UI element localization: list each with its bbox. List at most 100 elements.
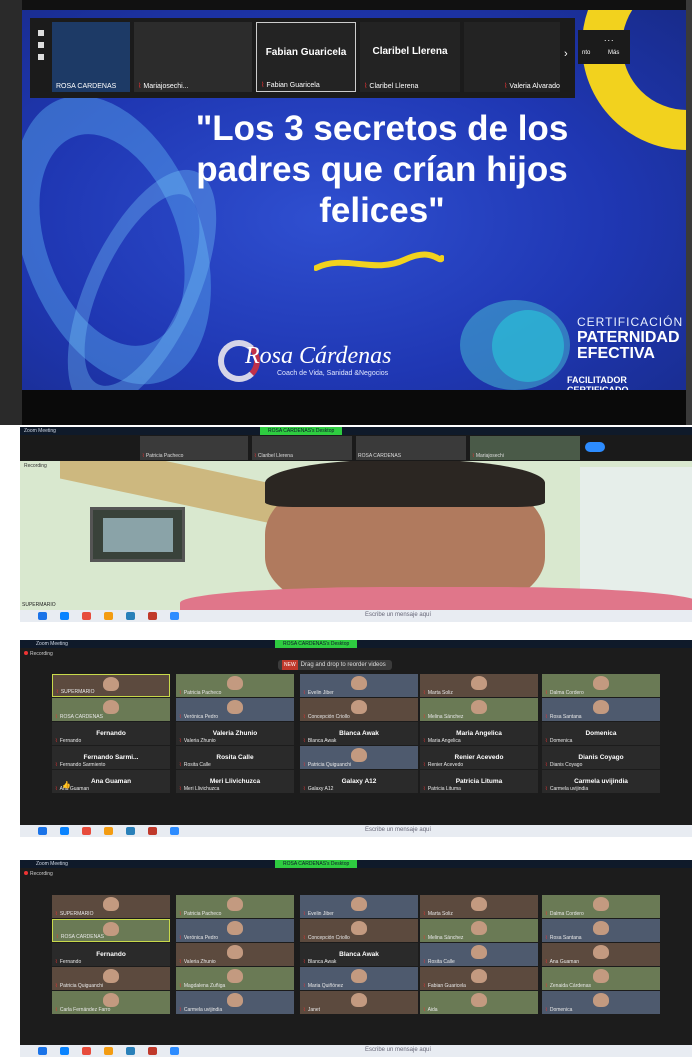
- participant-tile[interactable]: ⌇ Rosita Calle: [420, 943, 538, 966]
- powerpoint-icon[interactable]: [148, 827, 157, 835]
- participant-tile[interactable]: Rosita Calle ⌇ Rosita Calle: [176, 746, 294, 769]
- next-page-button[interactable]: [585, 442, 605, 452]
- participant-name: ⌇ Patricia Pacheco: [179, 911, 222, 917]
- certification-label: CERTIFICACIÓN: [577, 315, 684, 329]
- edge-icon[interactable]: [60, 827, 69, 835]
- participant-tile[interactable]: ⌇ Melina Sánchez: [420, 698, 538, 721]
- participant-tile[interactable]: Meri Llivichuzca ⌇ Meri Llivichuzca: [176, 770, 294, 793]
- chat-input-placeholder[interactable]: Escribe un mensaje aquí: [365, 612, 431, 618]
- participant-tile[interactable]: ⌇ Dalma Cordero: [542, 895, 660, 918]
- chrome-icon[interactable]: [82, 827, 91, 835]
- participant-tile[interactable]: ⌇ Carla Fernández Farro: [52, 991, 170, 1014]
- folder-icon[interactable]: [104, 827, 113, 835]
- chrome-icon[interactable]: [82, 612, 91, 620]
- participant-tile[interactable]: ⌇ ROSA CARDENAS: [52, 919, 170, 942]
- participant-tile[interactable]: ⌇ Valeria Alvarado: [464, 22, 560, 92]
- screen-share-banner[interactable]: ROSA CARDENAS's Desktop: [275, 640, 358, 648]
- start-icon[interactable]: [38, 1047, 47, 1055]
- participant-tile[interactable]: ⌇ Concepción Criollo: [300, 698, 418, 721]
- view-switch-icons[interactable]: [34, 24, 48, 84]
- start-icon[interactable]: [38, 612, 47, 620]
- participant-tile[interactable]: ⌇ Claribel Llerena: [252, 436, 352, 460]
- participant-tile[interactable]: Galaxy A12 ⌇ Galaxy A12: [300, 770, 418, 793]
- zoom-icon[interactable]: [170, 1047, 179, 1055]
- participant-tile[interactable]: ⌇ Patricia Pacheco: [140, 436, 248, 460]
- mic-muted-icon: ⌇: [545, 935, 548, 941]
- participant-tile[interactable]: ⌇ Patricia Pacheco: [176, 674, 294, 697]
- participant-tile[interactable]: Blanca Awak ⌇ Blanca Awak: [300, 943, 418, 966]
- participant-tile[interactable]: ⌇ Concepción Criollo: [300, 919, 418, 942]
- zoom-icon[interactable]: [170, 612, 179, 620]
- participant-tile[interactable]: Fabian Guaricela ⌇ Fabian Guaricela: [256, 22, 356, 92]
- participant-tile[interactable]: ⌇ Verónica Pedro: [176, 919, 294, 942]
- participant-tile[interactable]: ⌇ Rosa Santana: [542, 919, 660, 942]
- participant-tile[interactable]: Valeria Zhunio ⌇ Valeria Zhunio: [176, 722, 294, 745]
- screen-share-banner[interactable]: ROSA CARDENAS's Desktop: [275, 860, 358, 868]
- participant-tile[interactable]: Maria Angelica ⌇ Maria Angelica: [420, 722, 538, 745]
- participant-tile[interactable]: ⌇ Mariajosechi: [470, 436, 580, 460]
- participant-tile[interactable]: Fernando Sarmi... ⌇ Fernando Sarmiento: [52, 746, 170, 769]
- participant-tile[interactable]: Blanca Awak ⌇ Blanca Awak: [300, 722, 418, 745]
- chat-input-placeholder[interactable]: Escribe un mensaje aquí: [365, 827, 431, 833]
- participant-tile[interactable]: Fernando ⌇ Fernando: [52, 943, 170, 966]
- slide-photo-panel: ROSA CARDENAS ⌇ Mariajosechi... Fabian Gu…: [0, 0, 692, 425]
- participant-tile[interactable]: ⌇ Ana Guaman: [542, 943, 660, 966]
- window-title: Zoom Meeting: [24, 428, 56, 434]
- participant-tile[interactable]: ⌇ Domenica: [542, 991, 660, 1014]
- participant-tile[interactable]: ⌇ Janet: [300, 991, 418, 1014]
- powerpoint-icon[interactable]: [148, 612, 157, 620]
- participant-tile[interactable]: ⌇ Evelin Jiber: [300, 895, 418, 918]
- next-page-icon[interactable]: ›: [564, 48, 568, 60]
- participant-tile[interactable]: ⌇ Zenaida Cárdenas: [542, 967, 660, 990]
- participant-tile[interactable]: Patricia Lituma ⌇ Patricia Lituma: [420, 770, 538, 793]
- participant-tile[interactable]: ⌇ Magdalena Zuñiga: [176, 967, 294, 990]
- participant-tile[interactable]: ⌇ Melina Sánchez: [420, 919, 538, 942]
- participant-video: [593, 676, 609, 690]
- participant-tile[interactable]: ⌇ Rosa Santana: [542, 698, 660, 721]
- powerpoint-icon[interactable]: [148, 1047, 157, 1055]
- edge-icon[interactable]: [60, 1047, 69, 1055]
- participant-tile[interactable]: ⌇ Carmela uvijindia: [176, 991, 294, 1014]
- participant-tile[interactable]: ⌇ Patricia Pacheco: [176, 895, 294, 918]
- participant-tile[interactable]: ⌇ Verónica Pedro: [176, 698, 294, 721]
- chat-input-placeholder[interactable]: Escribe un mensaje aquí: [365, 1047, 431, 1053]
- participant-tile[interactable]: ⌇ ROSA CARDENAS: [52, 698, 170, 721]
- mic-muted-icon: ⌇: [303, 935, 306, 941]
- mic-muted-icon: ⌇: [55, 714, 58, 720]
- mic-muted-icon: ⌇: [179, 983, 182, 989]
- participant-tile[interactable]: ⌇ SUPERMARIO: [52, 895, 170, 918]
- participant-tile[interactable]: ROSA CARDENAS: [52, 22, 130, 92]
- folder-icon[interactable]: [104, 612, 113, 620]
- word-icon[interactable]: [126, 1047, 135, 1055]
- word-icon[interactable]: [126, 827, 135, 835]
- participant-tile[interactable]: Domenica ⌇ Domenica: [542, 722, 660, 745]
- participant-tile[interactable]: Renier Acevedo ⌇ Renier Acevedo: [420, 746, 538, 769]
- edge-icon[interactable]: [60, 612, 69, 620]
- participant-tile[interactable]: Claribel Llerena ⌇ Claribel Llerena: [360, 22, 460, 92]
- participant-tile[interactable]: ⌇ Aida: [420, 991, 538, 1014]
- participant-tile[interactable]: Dianis Coyago ⌇ Dianis Coyago: [542, 746, 660, 769]
- participant-tile[interactable]: ⌇ Patricia Quiguanchi: [300, 746, 418, 769]
- participant-tile[interactable]: ⌇ Marta Soliz: [420, 895, 538, 918]
- zoom-icon[interactable]: [170, 827, 179, 835]
- participant-tile[interactable]: Carmela uvijindia ⌇ Carmela uvijindia: [542, 770, 660, 793]
- start-icon[interactable]: [38, 827, 47, 835]
- participant-tile[interactable]: ⌇ Fabian Guaricela: [420, 967, 538, 990]
- participant-tile[interactable]: ⌇ Dalma Cordero: [542, 674, 660, 697]
- screen-share-banner[interactable]: ROSA CARDENAS's Desktop: [260, 427, 343, 435]
- participant-tile[interactable]: ⌇ Patricia Quiguanchi: [52, 967, 170, 990]
- participant-tile[interactable]: ⌇ Mariajosechi...: [134, 22, 252, 92]
- mic-muted-icon: ⌇: [303, 714, 306, 720]
- word-icon[interactable]: [126, 612, 135, 620]
- participant-tile[interactable]: ⌇ Evelin Jiber: [300, 674, 418, 697]
- participant-tile[interactable]: Fernando ⌇ Fernando: [52, 722, 170, 745]
- participant-tile[interactable]: ⌇ Marta Soliz: [420, 674, 538, 697]
- folder-icon[interactable]: [104, 1047, 113, 1055]
- participant-tile[interactable]: ROSA CARDENAS: [356, 436, 466, 460]
- participant-tile[interactable]: ⌇ SUPERMARIO: [52, 674, 170, 697]
- more-menu[interactable]: ... nto Más: [578, 30, 630, 64]
- participant-tile[interactable]: ⌇ Valeria Zhunio: [176, 943, 294, 966]
- mic-muted-icon: ⌇: [179, 714, 182, 720]
- participant-tile[interactable]: ⌇ Maria Quiñónez: [300, 967, 418, 990]
- chrome-icon[interactable]: [82, 1047, 91, 1055]
